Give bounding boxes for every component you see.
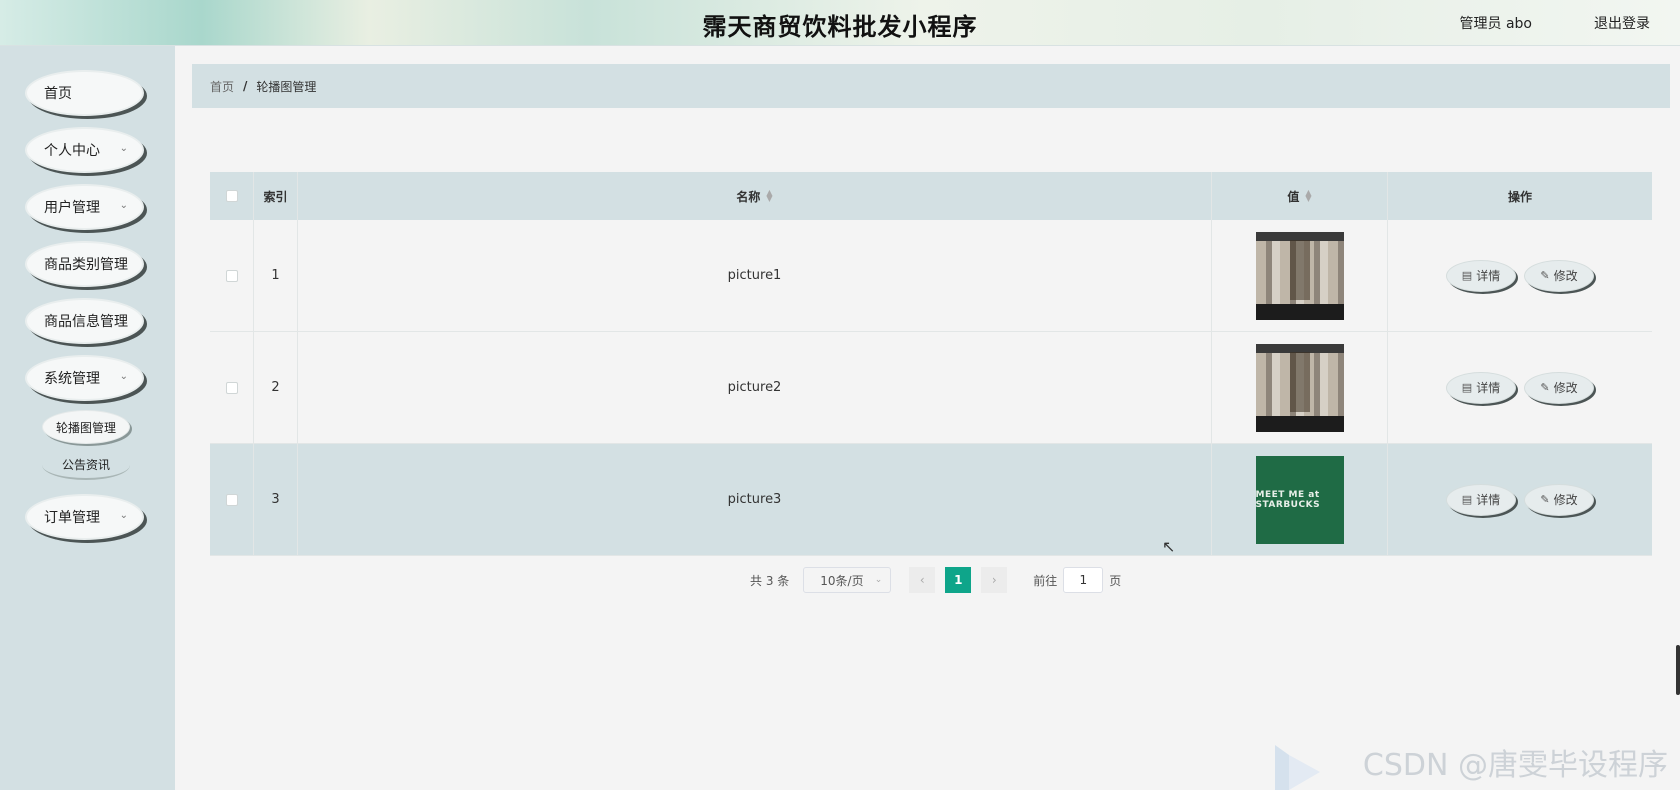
sidebar-subitem-carousel[interactable]: 轮播图管理 bbox=[42, 410, 130, 444]
document-icon: ▤ bbox=[1461, 269, 1473, 282]
pencil-icon: ✎ bbox=[1540, 269, 1550, 282]
document-icon: ▤ bbox=[1461, 381, 1473, 394]
table-row: 1 picture1 ▤ 详情 ✎ 修改 bbox=[210, 220, 1652, 332]
row-index: 2 bbox=[254, 332, 298, 443]
breadcrumb-current: 轮播图管理 bbox=[256, 79, 317, 94]
detail-button[interactable]: ▤ 详情 bbox=[1446, 259, 1516, 292]
prev-page-button[interactable]: ‹ bbox=[909, 567, 936, 593]
chevron-down-icon: ⌄ bbox=[119, 510, 128, 521]
sidebar-subitem-label: 轮播图管理 bbox=[55, 420, 116, 435]
row-name: picture3 bbox=[298, 444, 1212, 555]
thumbnail-logo-text: MEET ME at STARBUCKS bbox=[1255, 489, 1321, 510]
pagination-total: 共 3 条 bbox=[750, 573, 790, 588]
table-header-row: 索引 名称 ▲ ▼ 值 ▲ ▼ 操作 bbox=[210, 172, 1652, 220]
chevron-down-icon: ⌄ bbox=[874, 575, 883, 585]
header-select-cell bbox=[210, 172, 254, 220]
mouse-cursor-icon: ↖ bbox=[1162, 537, 1176, 556]
sidebar-item-label: 首页 bbox=[44, 86, 72, 102]
detail-button-label: 详情 bbox=[1476, 493, 1501, 507]
watermark-text: CSDN @唐雯毕设程序 bbox=[1362, 748, 1668, 783]
breadcrumb: 首页 / 轮播图管理 bbox=[192, 64, 1670, 108]
sidebar-item-personal-center[interactable]: 个人中心 ⌄ bbox=[25, 127, 144, 173]
row-name: picture2 bbox=[298, 332, 1212, 443]
table-row: 3 picture3 MEET ME at STARBUCKS ▤ 详情 ✎ 修改 bbox=[210, 444, 1652, 556]
select-all-checkbox[interactable] bbox=[225, 190, 238, 202]
app-title: 霈天商贸饮料批发小程序 bbox=[702, 13, 978, 41]
row-name: picture1 bbox=[298, 220, 1212, 331]
page-size-select[interactable]: 10条/页 ⌄ bbox=[803, 567, 892, 593]
admin-user-label: 管理员 abo bbox=[1459, 16, 1532, 32]
row-value-cell bbox=[1212, 220, 1388, 331]
sidebar-item-label: 订单管理 bbox=[44, 510, 100, 526]
column-header-actions: 操作 bbox=[1507, 189, 1532, 204]
table-row: 2 picture2 ▤ 详情 ✎ 修改 bbox=[210, 332, 1652, 444]
column-header-index: 索引 bbox=[254, 172, 298, 220]
sidebar-item-category-management[interactable]: 商品类别管理 bbox=[25, 241, 144, 287]
edit-button[interactable]: ✎ 修改 bbox=[1524, 483, 1594, 516]
detail-button-label: 详情 bbox=[1476, 381, 1501, 395]
column-header-label: 值 bbox=[1287, 189, 1300, 204]
row-actions: ▤ 详情 ✎ 修改 bbox=[1388, 444, 1652, 555]
sidebar-item-system-management[interactable]: 系统管理 ⌄ bbox=[25, 355, 144, 401]
breadcrumb-home[interactable]: 首页 bbox=[210, 78, 234, 95]
edit-button[interactable]: ✎ 修改 bbox=[1524, 259, 1594, 292]
carousel-thumbnail[interactable] bbox=[1255, 231, 1344, 320]
row-value-cell bbox=[1212, 332, 1388, 443]
row-index: 1 bbox=[254, 220, 298, 331]
breadcrumb-separator: / bbox=[243, 79, 248, 93]
column-header-value[interactable]: 值 ▲ ▼ bbox=[1212, 172, 1388, 220]
chevron-down-icon: ⌄ bbox=[119, 143, 128, 154]
sidebar-item-label: 个人中心 bbox=[44, 143, 100, 159]
chevron-down-icon: ⌄ bbox=[119, 200, 128, 211]
document-icon: ▤ bbox=[1461, 493, 1473, 506]
sort-icon[interactable]: ▲ ▼ bbox=[1305, 189, 1311, 203]
row-actions: ▤ 详情 ✎ 修改 bbox=[1388, 220, 1652, 331]
sidebar-item-order-management[interactable]: 订单管理 ⌄ bbox=[25, 494, 144, 540]
sidebar-subitem-announcements[interactable]: 公告资讯 bbox=[42, 450, 130, 480]
edit-button[interactable]: ✎ 修改 bbox=[1524, 371, 1594, 404]
goto-page-input[interactable] bbox=[1063, 567, 1104, 593]
watermark-logo-icon bbox=[1275, 745, 1320, 790]
page-size-value: 10条/页 bbox=[820, 573, 864, 588]
detail-button-label: 详情 bbox=[1476, 269, 1501, 283]
next-page-button[interactable]: › bbox=[981, 567, 1008, 593]
sidebar-item-home[interactable]: 首页 bbox=[25, 70, 144, 116]
row-index: 3 bbox=[254, 444, 298, 555]
carousel-thumbnail[interactable]: MEET ME at STARBUCKS bbox=[1255, 455, 1344, 544]
row-select-cell bbox=[210, 220, 254, 331]
sidebar-item-product-management[interactable]: 商品信息管理 bbox=[25, 298, 144, 344]
row-checkbox[interactable] bbox=[225, 269, 238, 282]
sort-icon[interactable]: ▲ ▼ bbox=[766, 189, 772, 203]
column-header-label: 名称 bbox=[736, 189, 761, 204]
goto-label: 前往 bbox=[1033, 573, 1058, 588]
page-unit-label: 页 bbox=[1109, 573, 1122, 588]
edit-button-label: 修改 bbox=[1553, 269, 1578, 283]
row-select-cell bbox=[210, 444, 254, 555]
sidebar-item-label: 用户管理 bbox=[44, 200, 100, 216]
edit-button-label: 修改 bbox=[1553, 381, 1578, 395]
sidebar-item-label: 系统管理 bbox=[44, 371, 100, 387]
scrollbar-handle[interactable] bbox=[1676, 645, 1680, 695]
sidebar-subitem-label: 公告资讯 bbox=[61, 457, 110, 472]
pencil-icon: ✎ bbox=[1540, 381, 1550, 394]
sidebar-item-label: 商品类别管理 bbox=[44, 257, 128, 273]
column-header-name[interactable]: 名称 ▲ ▼ bbox=[298, 172, 1212, 220]
edit-button-label: 修改 bbox=[1553, 493, 1578, 507]
carousel-thumbnail[interactable] bbox=[1255, 343, 1344, 432]
detail-button[interactable]: ▤ 详情 bbox=[1446, 483, 1516, 516]
row-value-cell: MEET ME at STARBUCKS bbox=[1212, 444, 1388, 555]
sidebar-item-user-management[interactable]: 用户管理 ⌄ bbox=[25, 184, 144, 230]
app-header: 霈天商贸饮料批发小程序 管理员 abo 退出登录 bbox=[0, 0, 1680, 46]
pagination: 共 3 条 10条/页 ⌄ ‹ 1 › 前往 页 bbox=[750, 567, 1121, 593]
page-number-button[interactable]: 1 bbox=[945, 567, 972, 593]
row-checkbox[interactable] bbox=[225, 381, 238, 394]
row-checkbox[interactable] bbox=[225, 493, 238, 506]
row-actions: ▤ 详情 ✎ 修改 bbox=[1388, 332, 1652, 443]
row-select-cell bbox=[210, 332, 254, 443]
chevron-down-icon: ⌄ bbox=[119, 371, 128, 382]
detail-button[interactable]: ▤ 详情 bbox=[1446, 371, 1516, 404]
sidebar-item-label: 商品信息管理 bbox=[44, 314, 128, 330]
logout-link[interactable]: 退出登录 bbox=[1594, 13, 1650, 33]
pencil-icon: ✎ bbox=[1540, 493, 1550, 506]
